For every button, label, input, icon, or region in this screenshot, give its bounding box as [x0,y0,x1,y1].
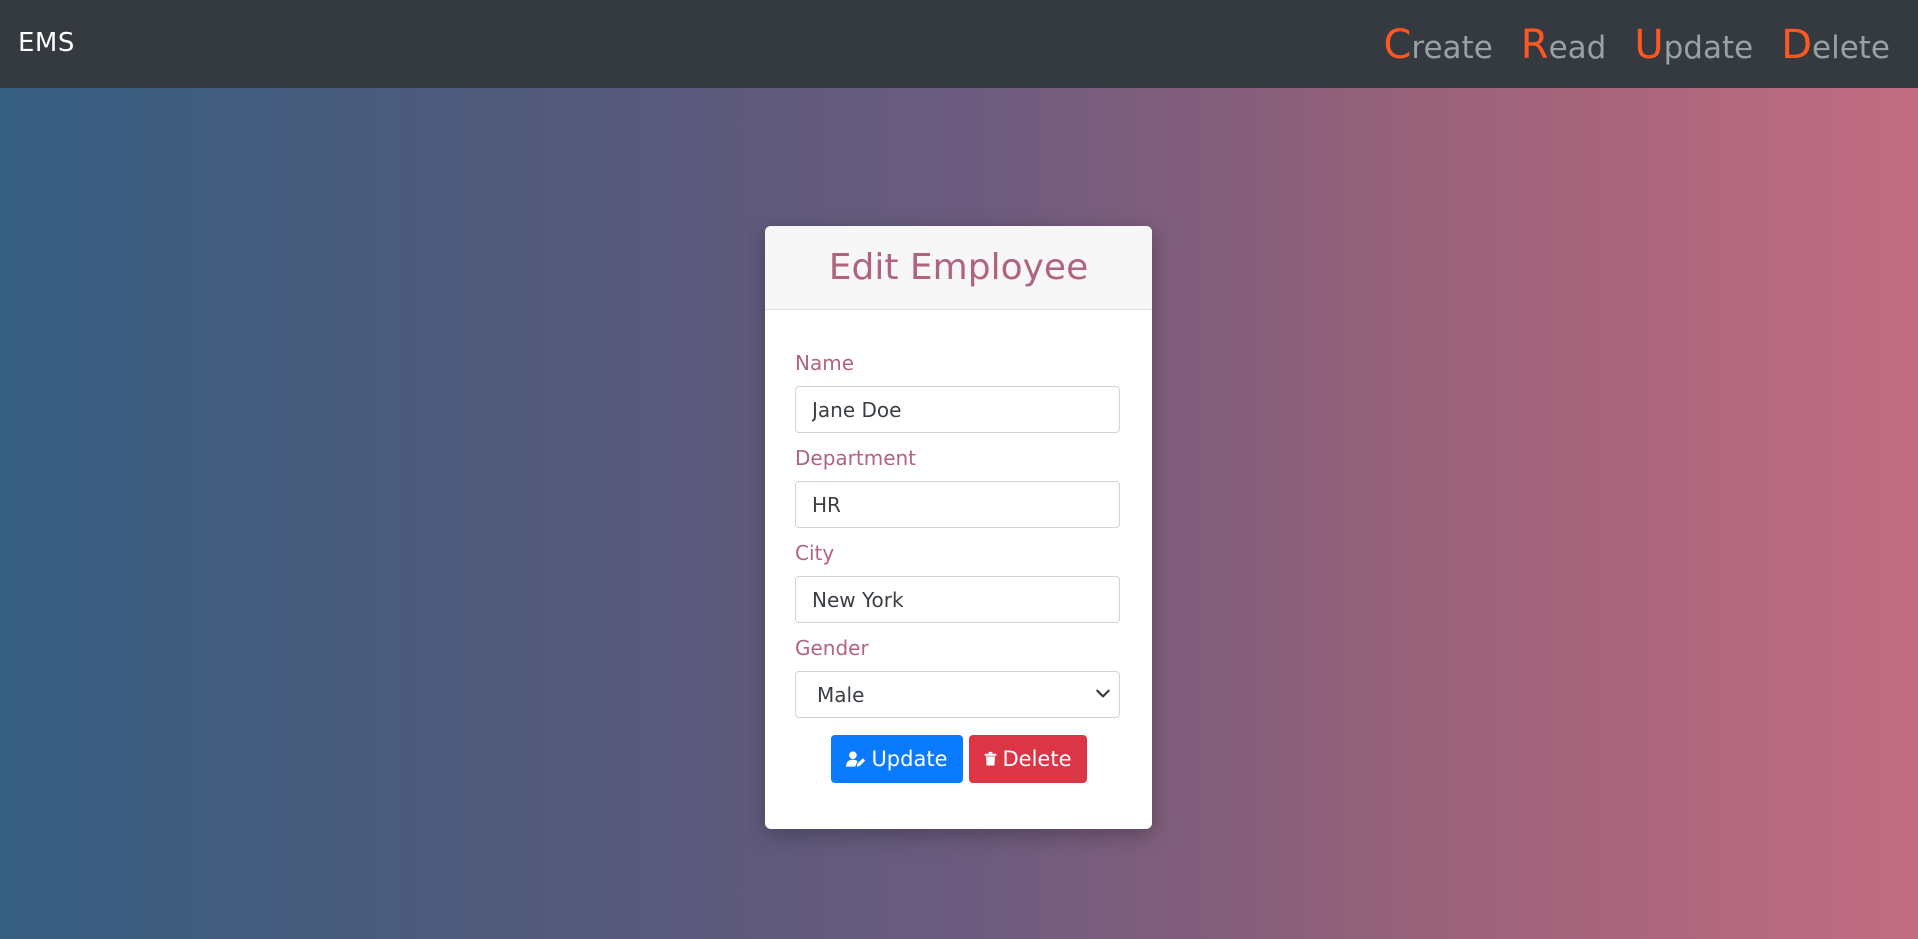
nav-links: Create Read Update Delete [1383,22,1890,68]
gender-label: Gender [795,636,869,660]
nav-link-delete[interactable]: Delete [1781,22,1890,68]
department-label: Department [795,446,917,470]
department-input[interactable] [795,481,1120,528]
city-input[interactable] [795,576,1120,623]
nav-link-delete-rest: elete [1812,30,1890,66]
gender-select-wrapper: Male [795,671,1120,718]
card-header: Edit Employee [765,226,1152,310]
nav-link-create-initial: C [1383,22,1412,68]
nav-link-delete-initial: D [1781,22,1813,68]
nav-link-update[interactable]: Update [1634,22,1753,68]
form-actions: Update Delete [795,735,1122,783]
city-field-group: City [795,541,1122,623]
nav-link-update-rest: pdate [1663,30,1754,66]
nav-link-read[interactable]: Read [1521,22,1607,68]
delete-button[interactable]: Delete [968,735,1087,783]
city-label: City [795,541,835,565]
page-title: Edit Employee [828,247,1089,288]
chevron-down-icon [1096,689,1110,698]
update-button-label: Update [871,747,948,771]
brand-logo[interactable]: EMS [18,28,75,58]
name-label: Name [795,351,855,375]
gender-select[interactable]: Male [795,671,1120,718]
name-field-group: Name [795,351,1122,433]
navbar: EMS Create Read Update Delete [0,0,1918,88]
nav-link-update-initial: U [1634,22,1664,68]
nav-link-read-rest: ead [1548,30,1607,66]
department-field-group: Department [795,446,1122,528]
name-input[interactable] [795,386,1120,433]
card-body: Name Department City Gender Male [765,310,1152,783]
nav-link-read-initial: R [1520,22,1549,68]
update-button[interactable]: Update [830,735,963,783]
user-edit-icon [845,751,865,767]
gender-field-group: Gender Male [795,636,1122,718]
nav-link-create-rest: reate [1411,30,1493,66]
delete-button-label: Delete [1002,747,1072,771]
edit-employee-card: Edit Employee Name Department City Gende… [765,226,1152,829]
gender-selected-value: Male [817,682,865,707]
nav-link-create[interactable]: Create [1383,22,1492,68]
trash-icon [984,751,996,766]
